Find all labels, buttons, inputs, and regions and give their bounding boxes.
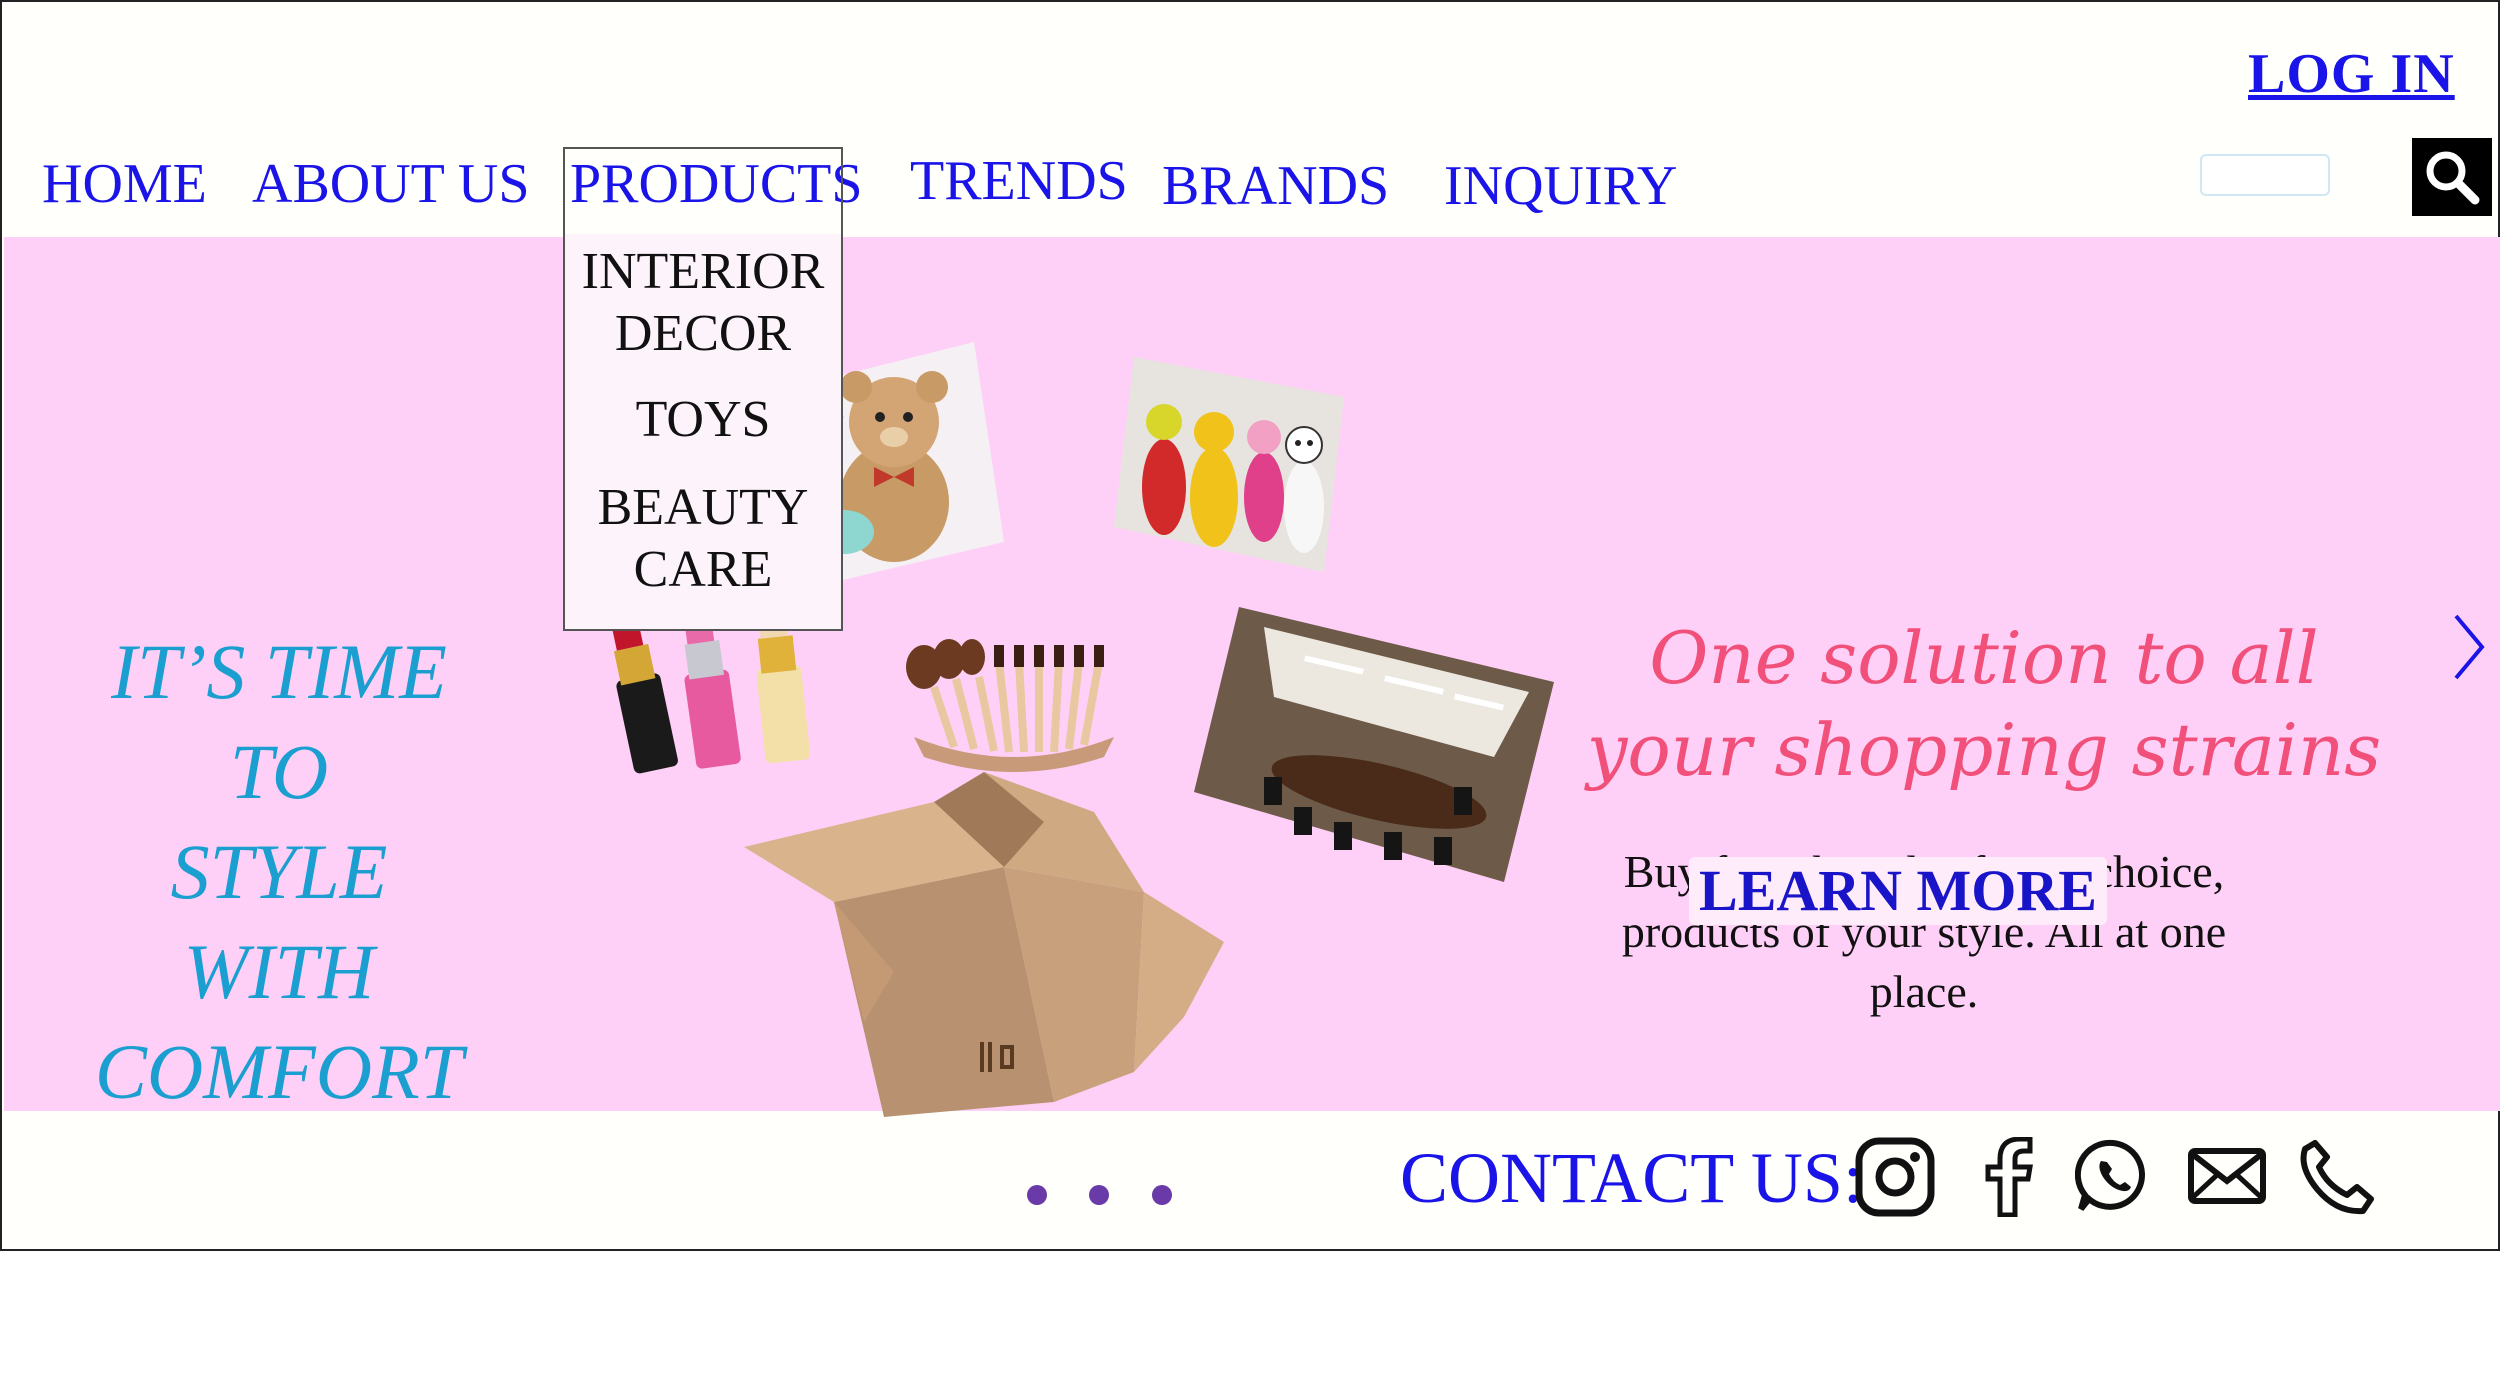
chevron-right-icon[interactable] — [2452, 612, 2486, 682]
search-icon — [2426, 151, 2480, 205]
tagline-line: TO — [229, 728, 329, 815]
nav-home[interactable]: HOME — [42, 152, 207, 216]
nav-brands[interactable]: BRANDS — [1162, 154, 1389, 218]
search-button[interactable] — [2412, 138, 2492, 216]
headline-line: your shopping strains — [1586, 708, 2382, 792]
page-frame: LOG IN HOME ABOUT US PRODUCTS TRENDS BRA… — [0, 0, 2500, 1251]
instagram-icon[interactable] — [1855, 1137, 1935, 1217]
bowling-pins-image — [1114, 357, 1344, 572]
nav-inquiry[interactable]: INQUIRY — [1444, 154, 1677, 218]
makeup-brushes-image — [906, 639, 1114, 772]
learn-more-button[interactable]: LEARN MORE — [1689, 857, 2107, 925]
carousel-dot[interactable] — [1027, 1185, 1047, 1205]
nav-trends[interactable]: TRENDS — [910, 149, 1128, 213]
contact-us-label: CONTACT US: — [1400, 1138, 1863, 1218]
headline-line: One solution to all — [1649, 616, 2319, 700]
description-line: place. — [1869, 966, 1979, 1017]
carousel-dot[interactable] — [1152, 1185, 1172, 1205]
tagline-line: WITH — [183, 928, 375, 1015]
cardboard-box-image — [744, 772, 1224, 1117]
mail-icon[interactable] — [2187, 1147, 2267, 1205]
facebook-icon[interactable] — [1980, 1137, 2035, 1217]
hero-headline: One solution to all your shopping strain… — [1534, 612, 2434, 796]
products-menu-outline — [563, 147, 843, 631]
tagline-line: IT’S TIME — [111, 628, 447, 715]
lipsticks-image — [610, 607, 811, 774]
hero-tagline: IT’S TIME TO STYLE WITH COMFORT — [59, 622, 499, 1122]
search-input[interactable] — [2200, 154, 2330, 196]
tagline-line: STYLE — [170, 828, 388, 915]
whatsapp-icon[interactable] — [2075, 1137, 2151, 1213]
hero-banner: IT’S TIME TO STYLE WITH COMFORT One solu… — [4, 237, 2500, 1117]
tagline-line: COMFORT — [94, 1028, 464, 1115]
login-link[interactable]: LOG IN — [2248, 42, 2455, 106]
nav-about-us[interactable]: ABOUT US — [252, 152, 529, 216]
conference-room-image — [1194, 607, 1554, 882]
carousel-dot[interactable] — [1089, 1185, 1109, 1205]
phone-icon[interactable] — [2297, 1137, 2377, 1217]
